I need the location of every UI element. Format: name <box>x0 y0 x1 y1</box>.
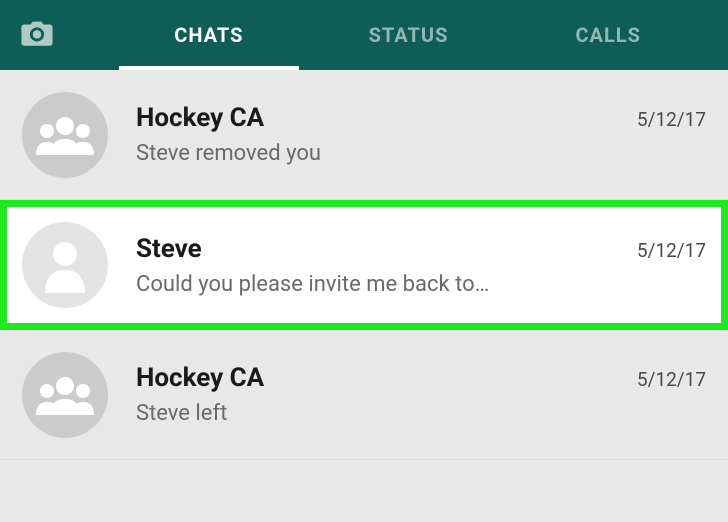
chat-item-highlighted[interactable]: Steve 5/12/17 Could you please invite me… <box>0 200 728 330</box>
app-header: CHATS STATUS CALLS <box>0 0 728 70</box>
tab-status[interactable]: STATUS <box>309 0 509 70</box>
chat-date: 5/12/17 <box>637 368 706 391</box>
avatar-person <box>22 222 108 308</box>
avatar-group <box>22 92 108 178</box>
tab-calls[interactable]: CALLS <box>508 0 708 70</box>
chat-content: Hockey CA 5/12/17 Steve removed you <box>136 103 706 166</box>
chat-list: Hockey CA 5/12/17 Steve removed you Stev… <box>0 70 728 460</box>
chat-message: Could you please invite me back to… <box>136 272 706 297</box>
chat-item[interactable]: Hockey CA 5/12/17 Steve removed you <box>0 70 728 200</box>
chat-message: Steve left <box>136 401 706 426</box>
tab-chats[interactable]: CHATS <box>109 0 309 70</box>
tab-chats-label: CHATS <box>174 23 243 47</box>
chat-name: Steve <box>136 234 202 264</box>
chat-message: Steve removed you <box>136 141 706 166</box>
chat-header-row: Hockey CA 5/12/17 <box>136 363 706 393</box>
tab-calls-label: CALLS <box>575 23 640 47</box>
chat-content: Hockey CA 5/12/17 Steve left <box>136 363 706 426</box>
chat-date: 5/12/17 <box>637 108 706 131</box>
tab-status-label: STATUS <box>369 23 449 47</box>
chat-header-row: Steve 5/12/17 <box>136 234 706 264</box>
chat-name: Hockey CA <box>136 103 264 133</box>
chat-item[interactable]: Hockey CA 5/12/17 Steve left <box>0 330 728 460</box>
avatar-group <box>22 352 108 438</box>
chat-date: 5/12/17 <box>637 239 706 262</box>
chat-content: Steve 5/12/17 Could you please invite me… <box>136 234 706 297</box>
camera-icon[interactable] <box>20 18 54 52</box>
chat-header-row: Hockey CA 5/12/17 <box>136 103 706 133</box>
chat-name: Hockey CA <box>136 363 264 393</box>
tab-bar: CHATS STATUS CALLS <box>109 0 708 70</box>
